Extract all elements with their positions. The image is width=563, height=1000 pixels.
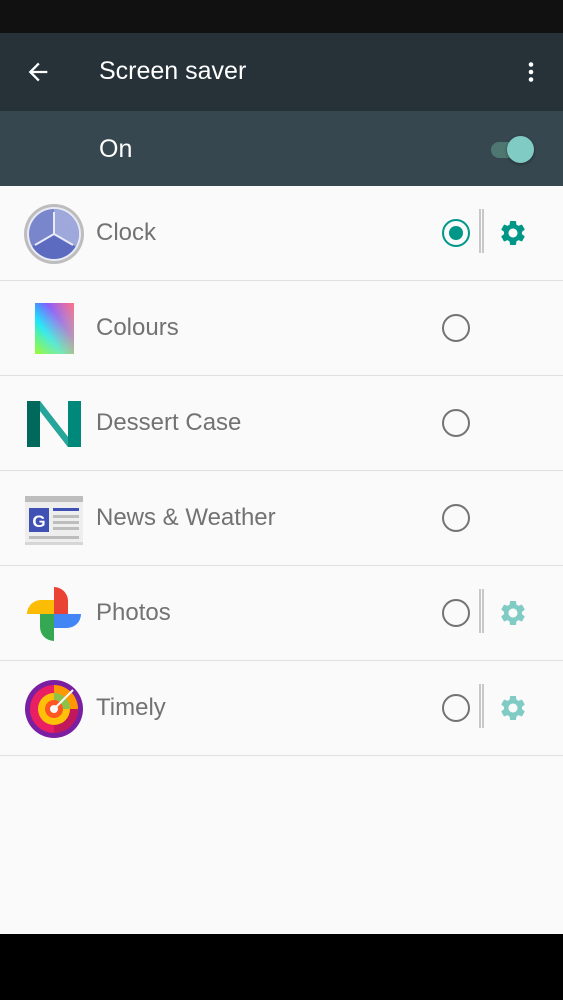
more-vert-icon: [528, 62, 534, 82]
status-bar: [0, 0, 563, 33]
more-options-button[interactable]: [507, 48, 555, 96]
master-switch-bar[interactable]: On: [0, 111, 563, 186]
navigation-bar: [0, 934, 563, 1000]
item-label: Colours: [96, 314, 179, 341]
radio-button[interactable]: [442, 694, 470, 722]
settings-divider: [479, 589, 484, 633]
master-switch-label: On: [99, 135, 133, 163]
radio-button[interactable]: [442, 409, 470, 437]
radio-button[interactable]: [442, 314, 470, 342]
list-item-clock[interactable]: Clock: [0, 186, 563, 281]
settings-gear-icon[interactable]: [498, 598, 528, 628]
settings-divider: [479, 684, 484, 728]
colours-icon: [35, 303, 74, 354]
item-label: Dessert Case: [96, 409, 242, 436]
radio-button-selected[interactable]: [442, 219, 470, 247]
settings-divider: [479, 209, 484, 253]
toggle-thumb: [507, 136, 534, 163]
news-weather-icon: G: [25, 496, 83, 545]
clock-icon: [24, 204, 84, 264]
list-item-timely[interactable]: Timely: [0, 661, 563, 756]
list-item-colours[interactable]: Colours: [0, 281, 563, 376]
settings-gear-icon[interactable]: [498, 218, 528, 248]
timely-icon: [25, 680, 83, 738]
radio-button[interactable]: [442, 504, 470, 532]
list-item-photos[interactable]: Photos: [0, 566, 563, 661]
page-title: Screen saver: [99, 57, 247, 85]
settings-gear-icon[interactable]: [498, 693, 528, 723]
item-label: Timely: [96, 694, 166, 721]
screen-saver-list: Clock Colours Dessert Case G News & Weat…: [0, 186, 563, 934]
item-label: News & Weather: [96, 504, 276, 531]
list-item-news-weather[interactable]: G News & Weather: [0, 471, 563, 566]
radio-button[interactable]: [442, 599, 470, 627]
back-button[interactable]: [14, 48, 62, 96]
arrow-back-icon: [28, 62, 48, 82]
list-item-dessert-case[interactable]: Dessert Case: [0, 376, 563, 471]
svg-text:G: G: [32, 512, 45, 531]
item-label: Photos: [96, 599, 171, 626]
item-label: Clock: [96, 219, 157, 246]
dessert-case-icon: [27, 397, 81, 451]
app-bar: Screen saver: [0, 33, 563, 111]
master-toggle[interactable]: [489, 133, 537, 165]
photos-icon: [27, 587, 81, 641]
